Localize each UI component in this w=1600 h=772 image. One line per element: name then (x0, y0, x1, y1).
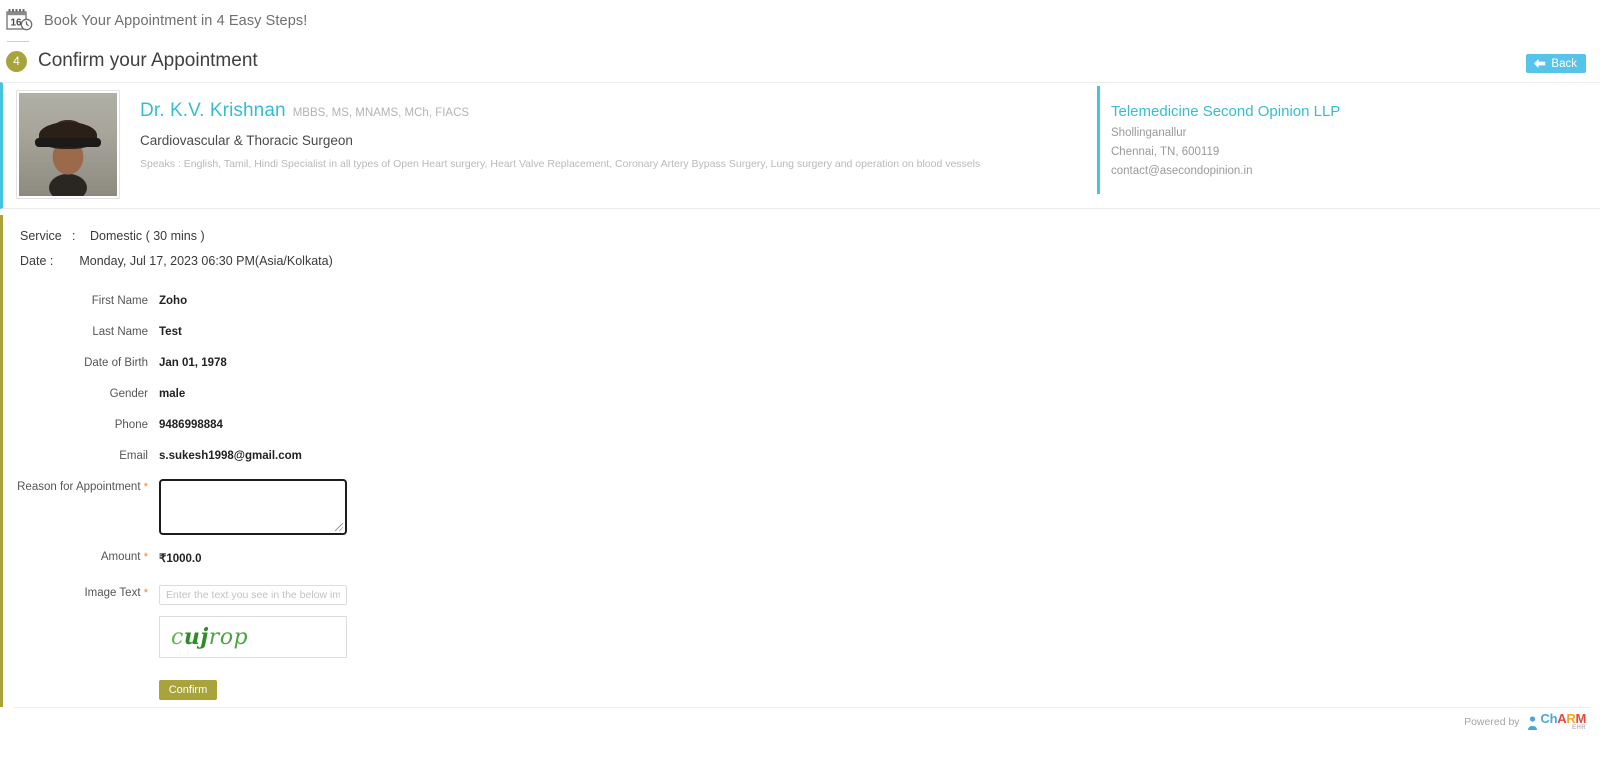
app-title: Book Your Appointment in 4 Easy Steps! (44, 12, 308, 29)
footer: Powered by ChARM EHR (1464, 712, 1586, 731)
reason-label-text: Reason for Appointment (17, 481, 141, 493)
provider-panel: Dr. K.V. Krishnan MBBS, MS, MNAMS, MCh, … (0, 82, 1600, 209)
reason-required-mark: * (143, 481, 148, 493)
appointment-confirm-page: 16 Book Your Appointment in 4 Easy Steps… (0, 0, 1600, 772)
clinic-email: contact@asecondopinion.in (1111, 165, 1253, 177)
last-name-value: Test (159, 326, 182, 338)
last-name-label: Last Name (92, 326, 148, 338)
appointment-body: Service : Domestic ( 30 mins ) Date : Mo… (0, 215, 1600, 707)
app-header: 16 Book Your Appointment in 4 Easy Steps… (0, 0, 1600, 41)
captcha-segment-2: uj (183, 624, 209, 650)
service-colon: : (72, 229, 76, 243)
phone-label: Phone (114, 419, 148, 431)
person-icon (1527, 716, 1537, 730)
gender-label: Gender (109, 388, 148, 400)
amount-row: Amount * ₹1000.0 (3, 549, 1600, 565)
arrow-left-icon (1534, 59, 1546, 68)
date-row: Date : Monday, Jul 17, 2023 06:30 PM(Asi… (20, 254, 1600, 268)
back-button[interactable]: Back (1526, 54, 1586, 73)
date-label: Date : (20, 254, 54, 268)
reason-textarea[interactable] (159, 479, 347, 535)
dob-label: Date of Birth (84, 357, 148, 369)
captcha-image: cujrop (159, 616, 347, 658)
svg-text:16: 16 (10, 17, 22, 28)
date-value: Monday, Jul 17, 2023 06:30 PM(Asia/Kolka… (79, 254, 333, 268)
amount-label: Amount * (3, 549, 159, 563)
first-name-value: Zoho (159, 295, 188, 307)
charm-letter-m: M (1575, 711, 1586, 726)
amount-required-mark: * (143, 551, 148, 563)
doctor-photo (16, 90, 120, 199)
amount-value: ₹1000.0 (159, 553, 202, 565)
reason-label: Reason for Appointment * (3, 479, 159, 493)
gender-row: Gender male (3, 386, 1600, 400)
doctor-description: Speaks : English, Tamil, Hindi Specialis… (140, 158, 981, 170)
image-text-input[interactable] (159, 585, 347, 605)
last-name-row: Last Name Test (3, 324, 1600, 338)
image-text-required-mark: * (143, 587, 148, 599)
calendar-clock-icon: 16 (6, 8, 34, 34)
doctor-block: Dr. K.V. Krishnan MBBS, MS, MNAMS, MCh, … (3, 83, 1097, 208)
image-text-label-text: Image Text (84, 587, 141, 599)
image-text-label: Image Text * (3, 585, 159, 599)
clinic-address-line2: Chennai, TN, 600119 (1111, 146, 1220, 158)
patient-form: First Name Zoho Last Name Test Date of B… (3, 293, 1600, 700)
charm-wordmark: ChARM (1540, 711, 1587, 726)
first-name-row: First Name Zoho (3, 293, 1600, 307)
step-number-badge: 4 (6, 50, 27, 72)
email-label: Email (119, 450, 148, 462)
service-label: Service (20, 229, 62, 243)
charm-ehr-logo: ChARM EHR (1527, 712, 1586, 731)
page-title: Confirm your Appointment (38, 50, 258, 71)
clinic-block: Telemedicine Second Opinion LLP Sholling… (1097, 86, 1600, 194)
amount-label-text: Amount (100, 551, 141, 563)
clinic-address-line1: Shollinganallur (1111, 127, 1187, 139)
charm-letters-ch: Ch (1540, 711, 1558, 726)
doctor-name[interactable]: Dr. K.V. Krishnan (140, 100, 286, 122)
gender-value: male (159, 388, 186, 400)
appointment-meta: Service : Domestic ( 30 mins ) Date : Mo… (3, 215, 1600, 268)
captcha-segment-1: c (171, 625, 184, 650)
step-header: 4 Confirm your Appointment (0, 44, 1600, 78)
first-name-label: First Name (91, 295, 148, 307)
email-value: s.sukesh1998@gmail.com (159, 450, 302, 462)
footer-divider (14, 707, 1590, 708)
captcha-segment-3: rop (208, 625, 249, 650)
email-row: Email s.sukesh1998@gmail.com (3, 448, 1600, 462)
doctor-details: Dr. K.V. Krishnan MBBS, MS, MNAMS, MCh, … (120, 90, 980, 208)
header-divider (7, 41, 29, 42)
charm-ehr-sublabel: EHR (1572, 725, 1586, 731)
doctor-specialty: Cardiovascular & Thoracic Surgeon (140, 133, 353, 148)
dob-row: Date of Birth Jan 01, 1978 (3, 355, 1600, 369)
phone-row: Phone 9486998884 (3, 417, 1600, 431)
back-button-label: Back (1551, 57, 1577, 70)
dob-value: Jan 01, 1978 (159, 357, 227, 369)
doctor-qualifications: MBBS, MS, MNAMS, MCh, FIACS (292, 107, 470, 119)
service-value: Domestic ( 30 mins ) (90, 229, 205, 243)
charm-letter-a: A (1557, 711, 1567, 726)
powered-by-label: Powered by (1464, 715, 1520, 728)
image-text-field-group: cujrop Confirm (159, 585, 347, 700)
clinic-name: Telemedicine Second Opinion LLP (1111, 103, 1341, 120)
captcha-text: cujrop (171, 624, 248, 650)
service-row: Service : Domestic ( 30 mins ) (20, 229, 1600, 243)
image-text-row: Image Text * cujrop Confirm (3, 585, 1600, 700)
phone-value: 9486998884 (159, 419, 223, 431)
reason-row: Reason for Appointment * (3, 479, 1600, 535)
confirm-button[interactable]: Confirm (159, 680, 217, 700)
